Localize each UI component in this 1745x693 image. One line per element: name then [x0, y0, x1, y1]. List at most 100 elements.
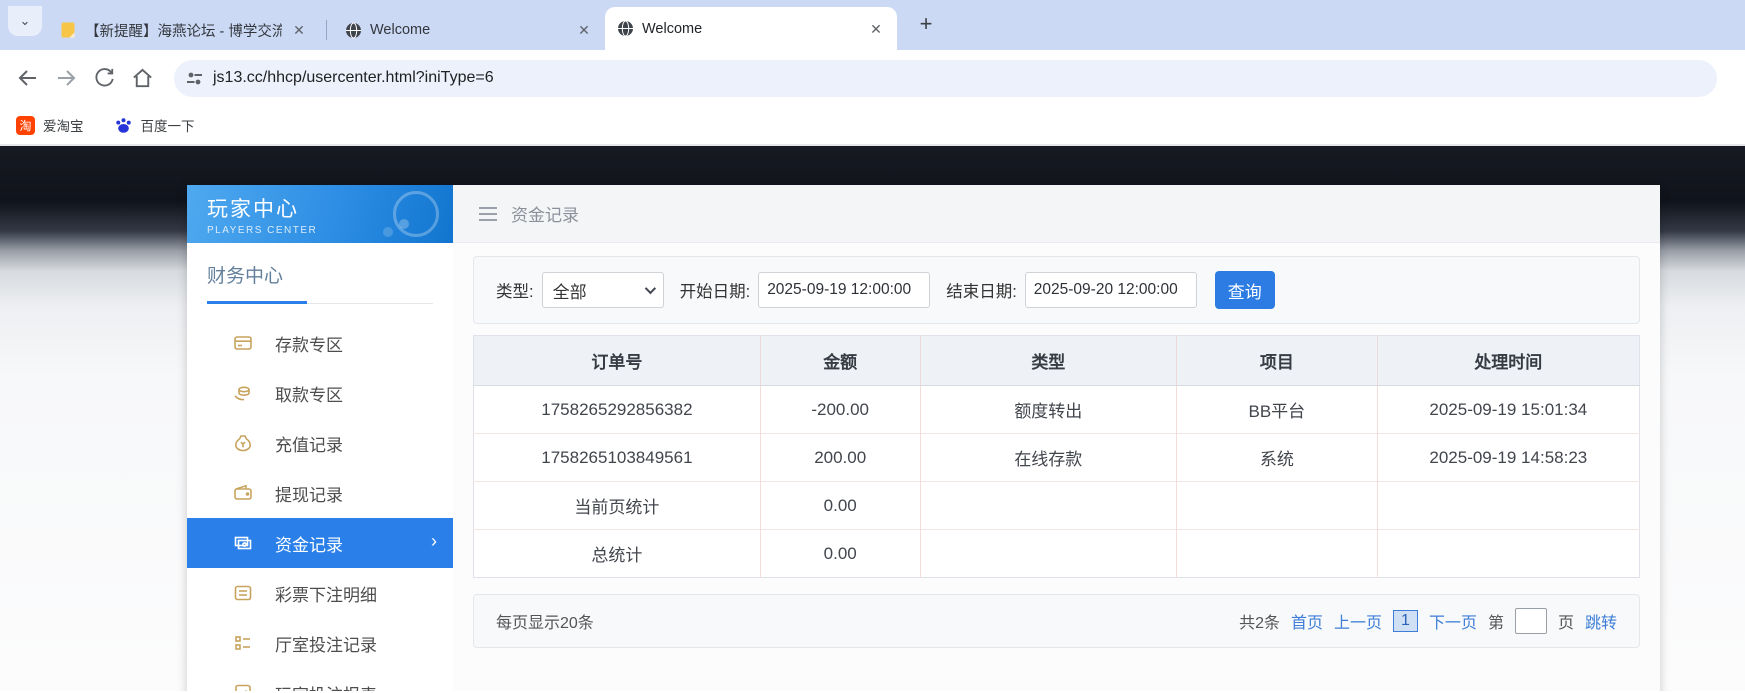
next-page-link[interactable]: 下一页 — [1429, 609, 1477, 633]
globe-favicon-icon — [346, 22, 361, 38]
back-button[interactable] — [12, 62, 44, 94]
sidebar-item-label: 资金记录 — [275, 535, 343, 555]
table-row: 1758265103849561 200.00 在线存款 系统 2025-09-… — [473, 433, 1640, 482]
col-item: 项目 — [1176, 335, 1378, 386]
refresh-button[interactable] — [88, 62, 120, 94]
sidebar-item-hall-bets[interactable]: 厅室投注记录 — [187, 618, 453, 668]
tab-welcome-1[interactable]: Welcome ✕ — [333, 10, 605, 50]
cell-time: 2025-09-19 14:58:23 — [1376, 433, 1640, 482]
address-bar[interactable]: js13.cc/hhcp/usercenter.html?iniType=6 — [174, 59, 1717, 97]
sidebar: 玩家中心 PLAYERS CENTER 财务中心 存款专区 取款专区 充值记录 … — [187, 185, 453, 691]
sidebar-item-lottery-bets[interactable]: 彩票下注明细 — [187, 568, 453, 618]
sidebar-section-underline — [207, 301, 433, 304]
bookmark-baidu[interactable]: 百度一下 — [114, 115, 195, 135]
page-background: 玩家中心 PLAYERS CENTER 财务中心 存款专区 取款专区 充值记录 … — [0, 146, 1745, 691]
query-button[interactable]: 查询 — [1214, 271, 1275, 309]
cell-order-no: 1758265292856382 — [473, 385, 761, 434]
forward-arrow-icon — [58, 70, 76, 86]
bank-card-icon — [234, 336, 252, 350]
start-date-label: 开始日期: — [679, 283, 751, 301]
sidebar-title: 玩家中心 — [207, 198, 299, 221]
grid-list-icon — [235, 636, 250, 650]
hand-money-icon — [234, 386, 250, 401]
cell-item: 系统 — [1176, 433, 1378, 482]
filter-bar: 类型: 全部 开始日期: 结束日期: 查询 — [473, 256, 1640, 324]
sidebar-item-player-report[interactable]: 玩家投注报表 — [187, 668, 453, 691]
url-text: js13.cc/hhcp/usercenter.html?iniType=6 — [213, 69, 494, 86]
page-number-input[interactable] — [1514, 608, 1547, 634]
taobao-icon: 淘 — [16, 115, 35, 135]
sidebar-item-label: 存款专区 — [275, 335, 343, 355]
tab-title: Welcome — [370, 22, 431, 38]
tab-forum[interactable]: 【新提醒】海燕论坛 - 博学交流 ✕ — [48, 10, 320, 50]
sidebar-header: 玩家中心 PLAYERS CENTER — [187, 185, 453, 243]
tab-separator — [326, 20, 327, 40]
report-check-icon — [235, 684, 251, 691]
first-page-link[interactable]: 首页 — [1291, 609, 1323, 633]
bookmark-label: 爱淘宝 — [43, 119, 84, 134]
home-button[interactable] — [126, 62, 158, 94]
sidebar-item-label: 彩票下注明细 — [275, 585, 377, 605]
funds-record-table: 订单号 金额 类型 项目 处理时间 1758265292856382 -200.… — [473, 335, 1640, 578]
end-date-input[interactable] — [1024, 272, 1197, 308]
sidebar-item-label: 玩家投注报表 — [275, 681, 377, 692]
page-title: 资金记录 — [511, 206, 579, 225]
col-order-no: 订单号 — [473, 335, 761, 386]
cell-order-no: 1758265103849561 — [473, 433, 761, 482]
current-page-indicator[interactable]: 1 — [1393, 610, 1418, 632]
prev-page-link[interactable]: 上一页 — [1334, 609, 1382, 633]
cell-amount: 0.00 — [759, 481, 921, 530]
forward-button[interactable] — [50, 62, 82, 94]
cell-summary-label: 总统计 — [473, 529, 761, 578]
chevron-down-icon — [644, 282, 656, 295]
main-content: 资金记录 类型: 全部 开始日期: 结束日期: 查询 — [453, 185, 1660, 691]
user-center-panel: 玩家中心 PLAYERS CENTER 财务中心 存款专区 取款专区 充值记录 … — [187, 185, 1660, 691]
bookmark-taobao[interactable]: 淘 爱淘宝 — [16, 115, 84, 135]
note-favicon-icon — [61, 22, 75, 37]
jump-link[interactable]: 跳转 — [1585, 609, 1617, 633]
sidebar-item-label: 提现记录 — [275, 485, 343, 505]
col-amount: 金额 — [759, 335, 921, 386]
sidebar-item-label: 厅室投注记录 — [275, 635, 377, 655]
sidebar-menu: 存款专区 取款专区 充值记录 提现记录 资金记录 › 彩票下注明细 厅室投注记录 — [187, 304, 453, 691]
tab-close-icon[interactable]: ✕ — [575, 21, 593, 39]
start-date-input[interactable] — [758, 272, 931, 308]
site-settings-icon[interactable] — [186, 70, 203, 87]
per-page-text: 每页显示20条 — [496, 615, 594, 632]
hamburger-icon — [479, 206, 497, 209]
table-row-page-summary: 当前页统计 0.00 — [473, 481, 1640, 530]
money-bag-icon — [234, 435, 252, 452]
browser-toolbar: js13.cc/hhcp/usercenter.html?iniType=6 — [0, 50, 1745, 106]
cell-amount: 0.00 — [759, 529, 921, 578]
list-document-icon — [234, 585, 252, 601]
new-tab-button[interactable]: + — [913, 12, 939, 38]
tab-welcome-2-active[interactable]: Welcome ✕ — [605, 7, 897, 50]
cell-amount: 200.00 — [759, 433, 921, 482]
type-select-value: 全部 — [552, 282, 587, 302]
tab-search-chevron-icon[interactable]: ⌄ — [8, 6, 42, 36]
sidebar-item-funds-record[interactable]: 资金记录 › — [187, 518, 453, 568]
wallet-icon — [234, 484, 252, 500]
tab-close-icon[interactable]: ✕ — [290, 21, 308, 39]
browser-tab-strip: ⌄ 【新提醒】海燕论坛 - 博学交流 ✕ Welcome ✕ Welcome ✕… — [0, 0, 1745, 50]
sidebar-item-label: 取款专区 — [275, 385, 343, 405]
sidebar-section-title: 财务中心 — [207, 266, 284, 287]
sidebar-item-recharge-record[interactable]: 充值记录 — [187, 418, 453, 468]
col-type: 类型 — [919, 335, 1177, 386]
bookmark-label: 百度一下 — [140, 119, 195, 134]
pagination-bar: 每页显示20条 共2条 首页 上一页 1 下一页 第 页 跳转 — [473, 594, 1640, 648]
bookmarks-bar: 淘 爱淘宝 百度一下 — [0, 106, 1745, 146]
type-select[interactable]: 全部 — [541, 272, 664, 308]
tab-close-icon[interactable]: ✕ — [867, 20, 885, 38]
page-prefix-text: 第 — [1487, 615, 1504, 632]
chevron-right-icon: › — [431, 531, 437, 551]
sidebar-item-deposit[interactable]: 存款专区 — [187, 318, 453, 368]
sidebar-item-withdraw[interactable]: 取款专区 — [187, 368, 453, 418]
sidebar-item-withdraw-record[interactable]: 提现记录 — [187, 468, 453, 518]
table-row-total-summary: 总统计 0.00 — [473, 529, 1640, 578]
tab-title: 【新提醒】海燕论坛 - 博学交流 — [85, 23, 282, 40]
end-date-label: 结束日期: — [946, 283, 1017, 301]
sidebar-item-label: 充值记录 — [275, 435, 343, 455]
cell-type: 在线存款 — [919, 433, 1177, 482]
table-header-row: 订单号 金额 类型 项目 处理时间 — [473, 335, 1640, 386]
